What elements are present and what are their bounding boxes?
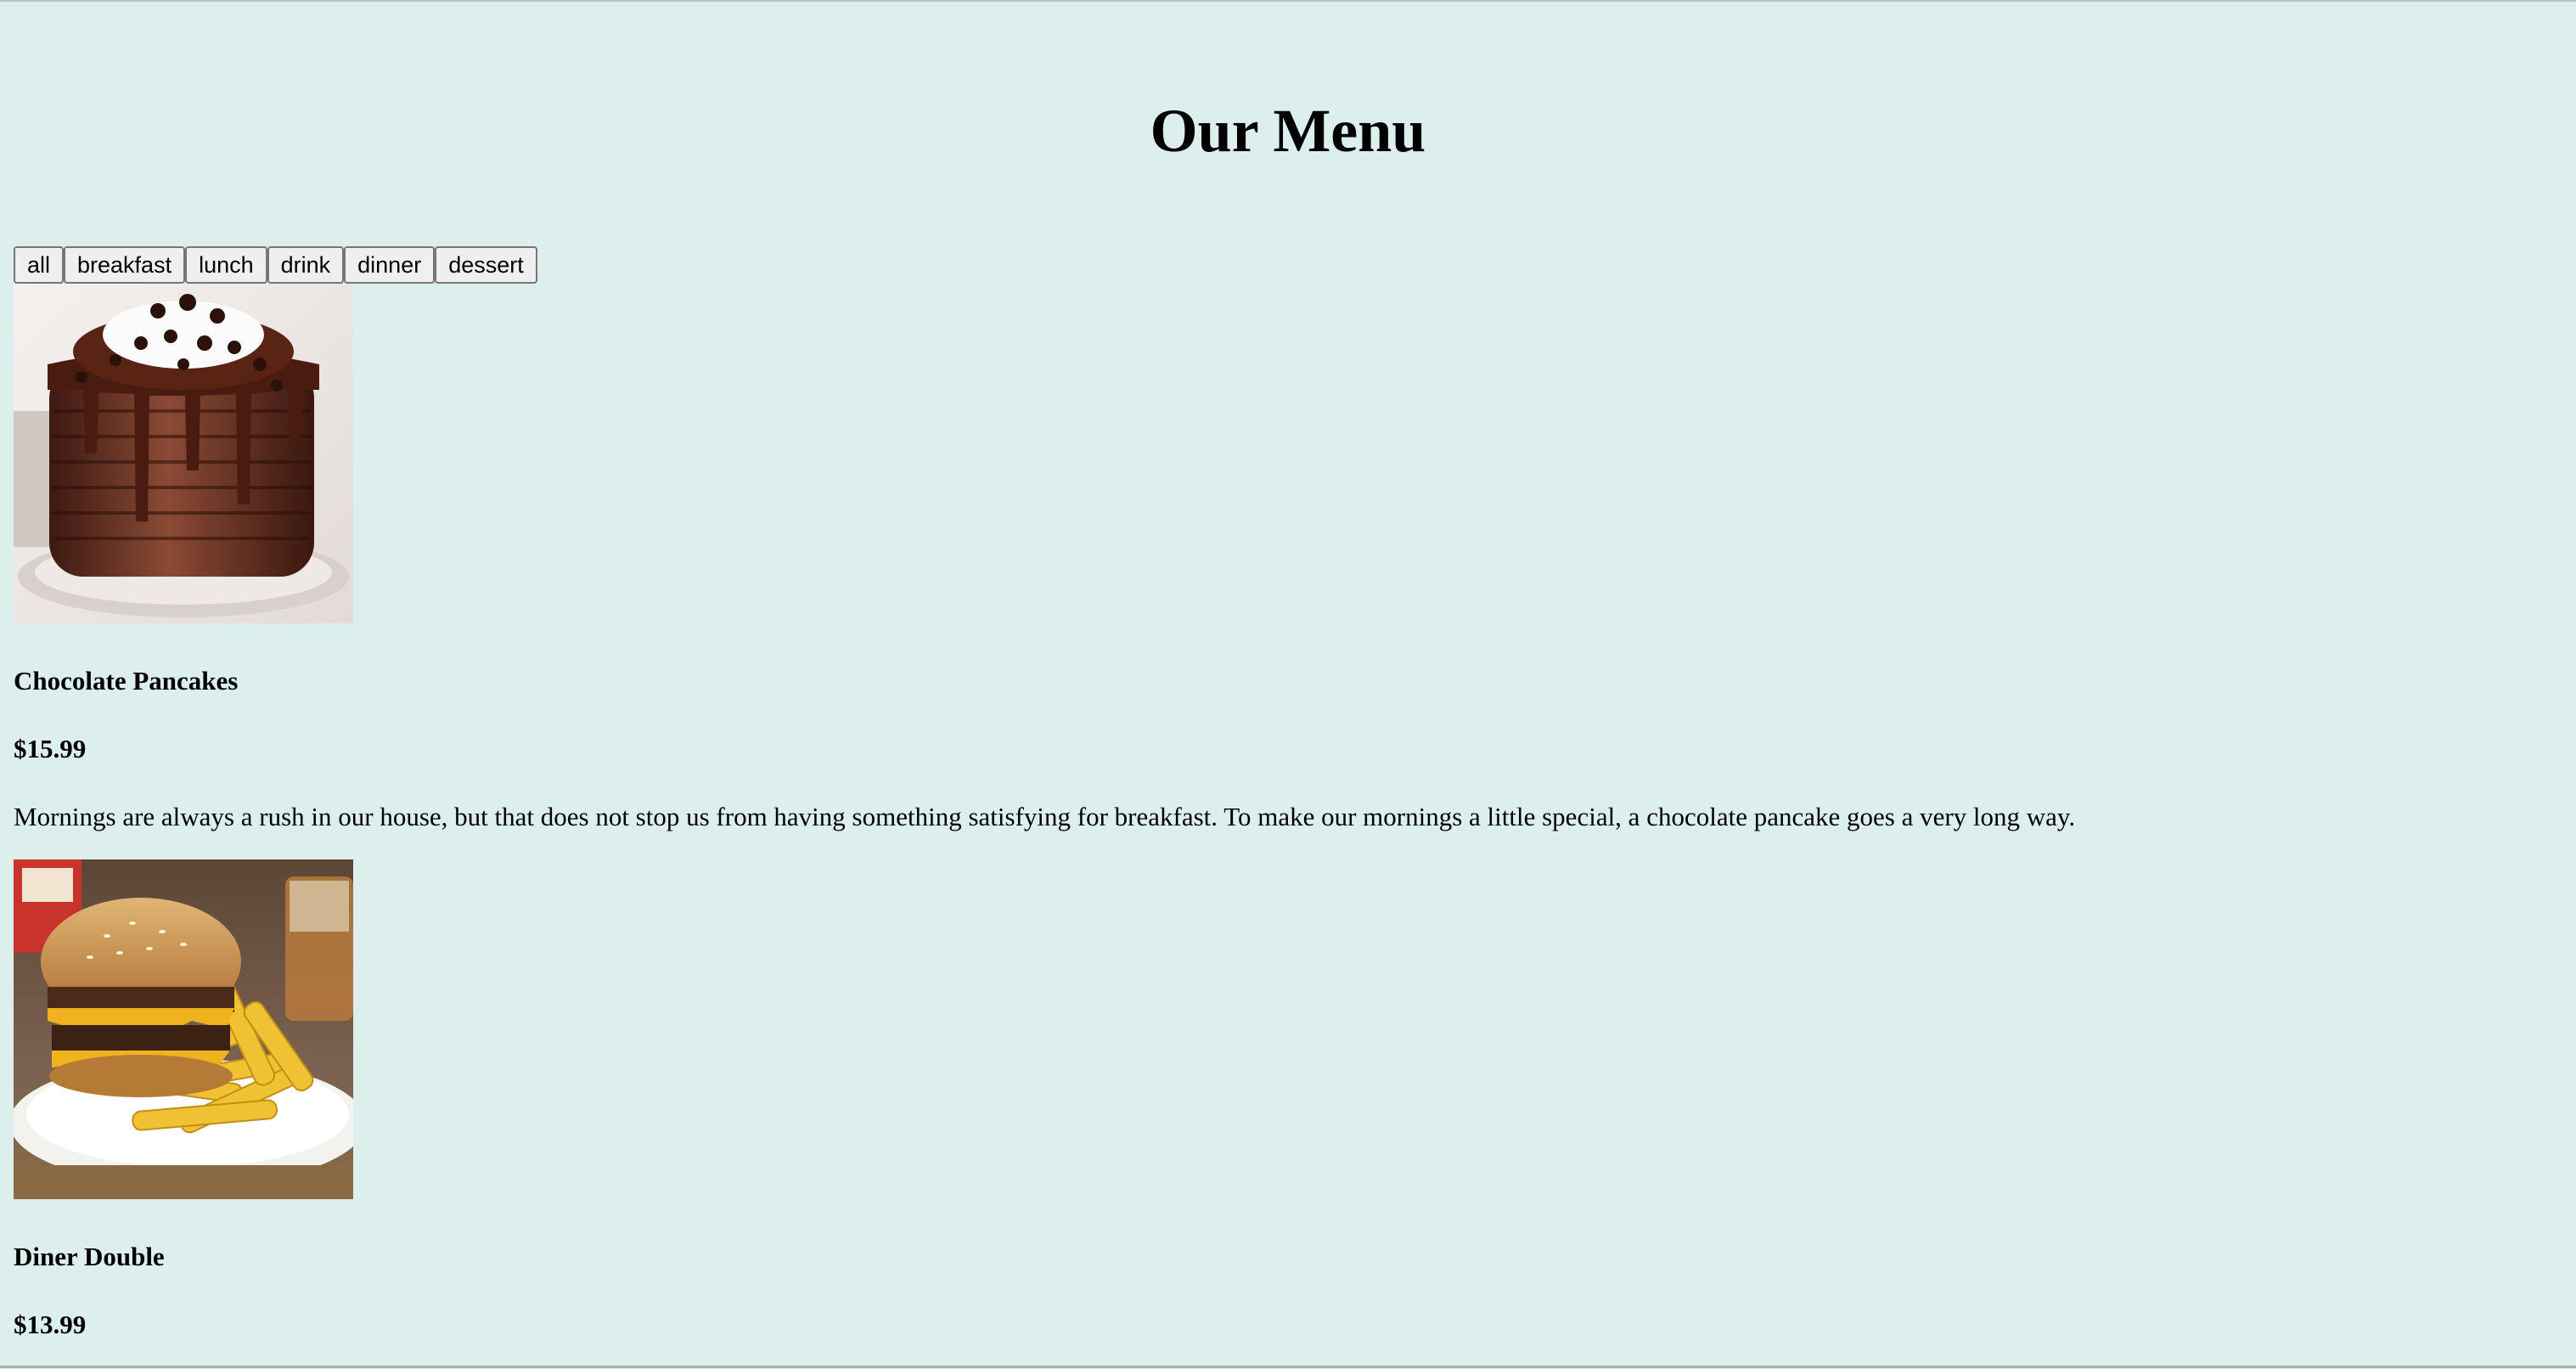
filter-all-button[interactable]: all <box>14 246 65 284</box>
filter-button-bar: all breakfast lunch drink dinner dessert <box>14 246 537 284</box>
filter-dinner-button[interactable]: dinner <box>344 246 436 284</box>
item-description: Mornings are always a rush in our house,… <box>14 802 2076 831</box>
page-title: Our Menu <box>1150 97 1426 165</box>
top-border <box>0 0 2576 2</box>
menu-item <box>14 859 353 1199</box>
item-name: Diner Double <box>14 1242 165 1271</box>
bottom-border <box>0 1366 2576 1368</box>
diner-double-image <box>14 859 353 1199</box>
item-price: $13.99 <box>14 1310 87 1339</box>
filter-lunch-button[interactable]: lunch <box>185 246 267 284</box>
chocolate-pancakes-image <box>14 284 353 623</box>
item-name: Chocolate Pancakes <box>14 666 239 696</box>
filter-breakfast-button[interactable]: breakfast <box>64 246 186 284</box>
filter-dessert-button[interactable]: dessert <box>435 246 537 284</box>
menu-item <box>14 284 353 623</box>
filter-drink-button[interactable]: drink <box>267 246 345 284</box>
item-price: $15.99 <box>14 734 87 763</box>
